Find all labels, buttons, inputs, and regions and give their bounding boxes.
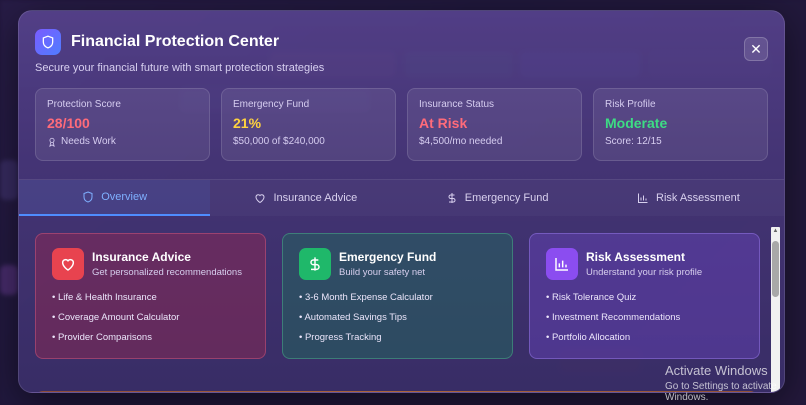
card-subtitle: Understand your risk profile: [586, 267, 703, 278]
card-title: Risk Assessment: [586, 250, 685, 264]
card-insurance-advice[interactable]: Insurance Advice Get personalized recomm…: [35, 233, 266, 359]
list-item: Risk Tolerance Quiz: [546, 292, 743, 303]
card-feature-list: Risk Tolerance Quiz Investment Recommend…: [546, 292, 743, 343]
tab-overview[interactable]: Overview: [19, 180, 211, 216]
modal-header: Financial Protection Center Secure your …: [35, 29, 768, 74]
activate-windows-watermark: Activate Windows Go to Settings to activ…: [665, 363, 806, 403]
tab-label: Overview: [101, 191, 148, 203]
stat-insurance-status: Insurance Status At Risk $4,500/mo neede…: [407, 88, 582, 161]
award-icon: [49, 137, 55, 147]
stat-sub: Score: 12/15: [605, 136, 662, 147]
stats-row: Protection Score 28/100 Needs Work Emerg…: [35, 88, 768, 161]
stat-protection-score: Protection Score 28/100 Needs Work: [35, 88, 210, 161]
dollar-icon: [299, 248, 331, 280]
list-item: Coverage Amount Calculator: [52, 312, 249, 323]
stat-sub: Needs Work: [61, 136, 116, 147]
stat-risk-profile: Risk Profile Moderate Score: 12/15: [593, 88, 768, 161]
tab-label: Risk Assessment: [656, 192, 740, 204]
bar-chart-icon: [638, 193, 648, 203]
list-item: Progress Tracking: [299, 332, 496, 343]
card-title: Insurance Advice: [92, 250, 191, 264]
stat-label: Insurance Status: [419, 99, 495, 110]
card-risk-assessment[interactable]: Risk Assessment Understand your risk pro…: [529, 233, 760, 359]
stat-sub-row: Needs Work: [47, 136, 198, 147]
tab-insurance-advice[interactable]: Insurance Advice: [210, 180, 401, 216]
scrollbar-thumb[interactable]: [772, 241, 779, 297]
stat-value: 21%: [233, 115, 262, 131]
financial-protection-modal: Financial Protection Center Secure your …: [18, 10, 785, 393]
heart-icon: [52, 248, 84, 280]
stat-label: Emergency Fund: [233, 99, 310, 110]
modal-subtitle: Secure your financial future with smart …: [35, 62, 325, 74]
next-section-banner: [35, 391, 758, 392]
watermark-title: Activate Windows: [665, 363, 768, 378]
card-feature-list: 3-6 Month Expense Calculator Automated S…: [299, 292, 496, 343]
stat-value: Moderate: [605, 115, 668, 131]
heart-icon: [255, 194, 265, 204]
modal-title: Financial Protection Center: [71, 33, 280, 50]
list-item: Life & Health Insurance: [52, 292, 249, 303]
feature-cards: Insurance Advice Get personalized recomm…: [35, 233, 760, 359]
list-item: Automated Savings Tips: [299, 312, 496, 323]
watermark-subtitle: Go to Settings to activate Windows.: [665, 381, 777, 403]
scroll-up-icon[interactable]: ▲: [771, 227, 780, 236]
card-emergency-fund[interactable]: Emergency Fund Build your safety net 3-6…: [282, 233, 513, 359]
shield-icon: [35, 29, 61, 55]
tab-label: Insurance Advice: [273, 192, 358, 204]
list-item: Portfolio Allocation: [546, 332, 743, 343]
close-button[interactable]: ✕: [744, 37, 768, 61]
dollar-icon: [448, 193, 456, 203]
stat-sub: $4,500/mo needed: [419, 136, 503, 147]
list-item: 3-6 Month Expense Calculator: [299, 292, 496, 303]
bar-chart-icon: [546, 248, 578, 280]
tab-bar: Overview Insurance Advice Emergency Fund…: [19, 179, 784, 216]
tab-label: Emergency Fund: [464, 192, 549, 204]
card-subtitle: Build your safety net: [339, 267, 426, 278]
tab-risk-assessment[interactable]: Risk Assessment: [593, 180, 784, 216]
list-item: Provider Comparisons: [52, 332, 249, 343]
tab-emergency-fund[interactable]: Emergency Fund: [402, 180, 593, 216]
stat-emergency-fund: Emergency Fund 21% $50,000 of $240,000: [221, 88, 396, 161]
stat-sub: $50,000 of $240,000: [233, 136, 325, 147]
card-feature-list: Life & Health Insurance Coverage Amount …: [52, 292, 249, 343]
stat-value: At Risk: [419, 115, 468, 131]
tab-content-overview: Insurance Advice Get personalized recomm…: [19, 217, 766, 392]
stat-value: 28/100: [47, 115, 90, 131]
stat-label: Risk Profile: [605, 99, 656, 110]
card-subtitle: Get personalized recommendations: [92, 267, 242, 278]
list-item: Investment Recommendations: [546, 312, 743, 323]
card-title: Emergency Fund: [339, 250, 437, 264]
shield-icon: [83, 191, 93, 203]
stat-label: Protection Score: [47, 99, 121, 110]
